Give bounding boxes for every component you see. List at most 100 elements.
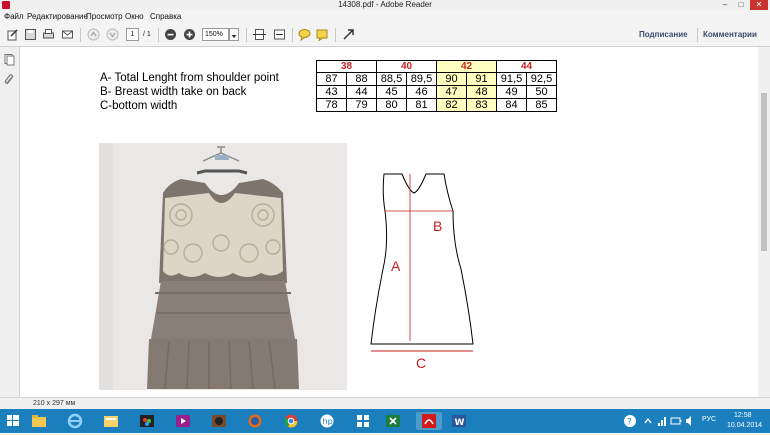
size-value-cell: 85 xyxy=(526,98,557,112)
internet-explorer-icon[interactable] xyxy=(64,412,86,430)
vertical-scrollbar[interactable] xyxy=(758,47,770,397)
attachments-paperclip-icon[interactable] xyxy=(3,73,16,86)
status-bar: 210 x 297 мм xyxy=(0,397,770,409)
size-header-cell: 38 xyxy=(316,60,377,73)
garment-diagram: B A C xyxy=(370,173,474,369)
size-header-cell: 44 xyxy=(496,60,557,73)
highlight-icon[interactable] xyxy=(316,28,329,42)
size-header-cell: 42 xyxy=(436,60,497,73)
excel-icon[interactable] xyxy=(382,412,404,430)
save-icon[interactable] xyxy=(24,28,37,41)
diagram-label-c: C xyxy=(416,355,426,369)
title-bar: 14308.pdf - Adobe Reader – □ ✕ xyxy=(0,0,770,10)
size-value-cell: 44 xyxy=(346,85,377,99)
spec-line-b: B- Breast width take on back xyxy=(100,86,247,98)
fit-page-icon[interactable] xyxy=(253,28,266,41)
size-table-row: 78 79 80 81 82 83 84 85 xyxy=(316,98,557,112)
navigation-panel xyxy=(0,47,20,397)
adobe-reader-taskbar-icon[interactable] xyxy=(416,412,442,430)
menu-edit[interactable]: Редактирование xyxy=(27,10,88,23)
document-viewport[interactable]: A- Total Lenght from shoulder point B- B… xyxy=(20,47,758,397)
create-icon[interactable] xyxy=(6,28,19,41)
menu-window[interactable]: Окно xyxy=(125,10,144,23)
firefox-icon[interactable] xyxy=(244,412,266,430)
size-table: 38 40 42 44 87 88 88,5 89,5 90 91 91,5 92,5 43 44 45 46… xyxy=(316,60,557,112)
svg-text:hp: hp xyxy=(323,417,333,426)
toolbar-separator xyxy=(292,28,293,42)
media-app-icon[interactable] xyxy=(208,412,230,430)
toolbar-separator xyxy=(335,28,336,42)
photo-app-icon[interactable] xyxy=(136,412,158,430)
size-value-cell: 79 xyxy=(346,98,377,112)
chrome-icon[interactable] xyxy=(280,412,302,430)
pages-panel-icon[interactable] xyxy=(3,53,16,66)
size-value-cell: 50 xyxy=(526,85,557,99)
clock-time[interactable]: 12:58 xyxy=(734,412,752,419)
maximize-button[interactable]: □ xyxy=(734,0,748,10)
email-icon[interactable] xyxy=(61,28,74,41)
hp-app-icon[interactable]: hp xyxy=(316,412,338,430)
window-title: 14308.pdf - Adobe Reader xyxy=(338,0,432,9)
toolbar: / 1 Подписание Комментарии xyxy=(0,23,770,47)
spec-line-a: A- Total Lenght from shoulder point xyxy=(100,72,279,84)
previous-page-icon[interactable] xyxy=(87,28,100,41)
zoom-out-icon[interactable] xyxy=(164,28,177,41)
toolbar-separator xyxy=(80,28,81,42)
print-icon[interactable] xyxy=(42,28,55,41)
size-value-cell: 87 xyxy=(316,72,347,86)
size-value-cell: 84 xyxy=(496,98,527,112)
file-explorer-icon[interactable] xyxy=(28,412,50,430)
sign-link[interactable]: Подписание xyxy=(639,28,688,41)
size-value-cell: 82 xyxy=(436,98,467,112)
word-icon[interactable]: W xyxy=(448,412,470,430)
comments-link[interactable]: Комментарии xyxy=(703,28,757,41)
toolbar-separator xyxy=(158,28,159,42)
media-player-icon[interactable] xyxy=(172,412,194,430)
fit-width-icon[interactable] xyxy=(273,28,286,41)
app-grid-icon[interactable] xyxy=(352,412,374,430)
comment-icon[interactable] xyxy=(298,28,311,42)
spec-line-c: C-bottom width xyxy=(100,100,178,112)
svg-text:?: ? xyxy=(627,418,632,428)
menu-bar: Файл Редактирование Просмотр Окно Справк… xyxy=(0,10,770,23)
zoom-level-input[interactable] xyxy=(202,28,229,41)
language-indicator[interactable]: РУС xyxy=(702,416,716,423)
tray-chevron-up-icon[interactable] xyxy=(642,412,654,430)
toolbar-separator xyxy=(246,28,247,42)
size-value-cell: 80 xyxy=(376,98,407,112)
menu-view[interactable]: Просмотр xyxy=(86,10,123,23)
size-value-cell: 91 xyxy=(466,72,497,86)
size-value-cell: 83 xyxy=(466,98,497,112)
clock-date[interactable]: 10.04.2014 xyxy=(727,422,762,429)
expand-icon[interactable] xyxy=(342,28,355,41)
size-value-cell: 47 xyxy=(436,85,467,99)
minimize-button[interactable]: – xyxy=(718,0,732,10)
size-table-row: 87 88 88,5 89,5 90 91 91,5 92,5 xyxy=(316,72,557,86)
diagram-label-a: A xyxy=(391,258,401,274)
file-manager-icon[interactable] xyxy=(100,412,122,430)
size-value-cell: 49 xyxy=(496,85,527,99)
zoom-in-icon[interactable] xyxy=(183,28,196,41)
size-value-cell: 48 xyxy=(466,85,497,99)
network-icon[interactable] xyxy=(656,412,668,430)
size-value-cell: 81 xyxy=(406,98,437,112)
scrollbar-thumb[interactable] xyxy=(761,93,767,251)
menu-file[interactable]: Файл xyxy=(4,10,24,23)
menu-help[interactable]: Справка xyxy=(150,10,181,23)
next-page-icon[interactable] xyxy=(106,28,119,41)
product-photo xyxy=(99,143,347,390)
volume-icon[interactable] xyxy=(684,412,696,430)
size-header-cell: 40 xyxy=(376,60,437,73)
zoom-dropdown-chevron-icon[interactable] xyxy=(229,28,239,41)
taskbar: hp W ? РУС 12:58 10.04.2014 xyxy=(0,409,770,433)
help-icon[interactable]: ? xyxy=(622,412,638,430)
page-number-input[interactable] xyxy=(126,28,139,41)
size-value-cell: 88 xyxy=(346,72,377,86)
size-table-row: 43 44 45 46 47 48 49 50 xyxy=(316,85,557,99)
battery-icon[interactable] xyxy=(670,412,682,430)
windows-start-icon[interactable] xyxy=(2,412,24,430)
diagram-label-b: B xyxy=(433,218,442,234)
page-total: / 1 xyxy=(143,31,151,38)
close-button[interactable]: ✕ xyxy=(750,0,768,10)
size-value-cell: 46 xyxy=(406,85,437,99)
